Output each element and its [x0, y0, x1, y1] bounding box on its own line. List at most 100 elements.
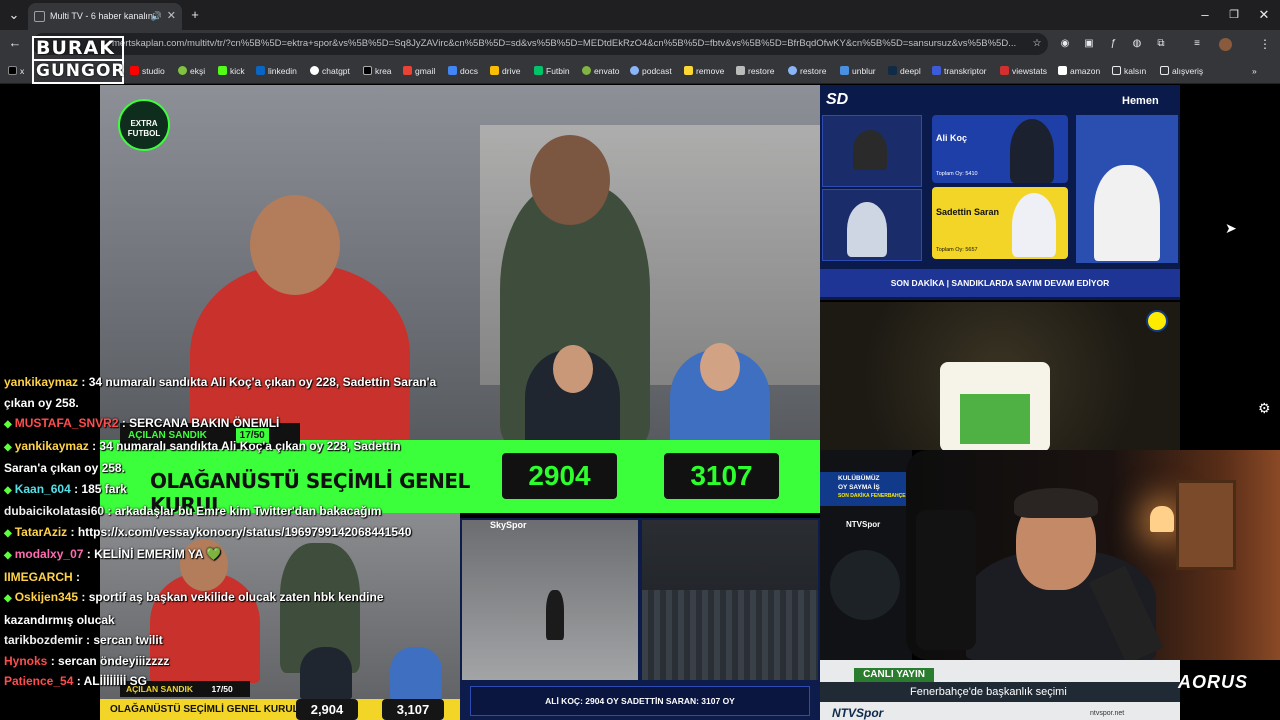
sd-logo: SD [826, 91, 849, 108]
bookmark-item[interactable]: ekşi [178, 58, 205, 84]
bookmark-item[interactable]: studio [130, 58, 165, 84]
bookmark-item[interactable]: gmail [403, 58, 435, 84]
bookmark-item[interactable]: remove [684, 58, 724, 84]
chat-username: Patience_54 [4, 674, 74, 688]
chat-message: ◆ modalxy_07 : KELİNİ EMERİM YA 💚 [0, 544, 440, 567]
chat-username: yankikaymaz [4, 375, 79, 389]
score-sadettin-saran: 3107 [664, 453, 779, 499]
minimize-icon[interactable]: – [1194, 0, 1216, 30]
bookmark-item[interactable]: podcast [630, 58, 672, 84]
aerial-view [830, 550, 900, 620]
logo-line1: BURAK [32, 36, 124, 61]
close-window-icon[interactable]: ✕ [1253, 0, 1275, 30]
bookmark-folder[interactable]: kalsın [1112, 58, 1146, 84]
subscriber-badge-icon: ◆ [4, 419, 12, 430]
bookmark-item[interactable]: Futbin [534, 58, 570, 84]
chat-message: Patience_54 : ALİİİİİİİİ SG [0, 671, 440, 692]
candidate-head [700, 343, 740, 391]
chat-text: : [72, 569, 81, 584]
profile-avatar[interactable] [1219, 38, 1232, 51]
hemen-logo: Hemen [1122, 95, 1159, 107]
reading-list-icon[interactable]: ≡ [1190, 30, 1204, 58]
bookmark-item[interactable]: chatgpt [310, 58, 350, 84]
bookmark-item[interactable]: drive [490, 58, 520, 84]
aorus-watermark: AORUS [1178, 672, 1249, 692]
chat-text: : SERCANA BAKIN ÖNEMLİ [118, 416, 280, 430]
live-badge: CANLI YAYIN [854, 668, 934, 682]
menu-icon[interactable]: ⋮ [1258, 30, 1272, 58]
streamer-hair [1014, 488, 1098, 518]
bookmark-item[interactable]: linkedin [256, 58, 297, 84]
skyspor-stream-video[interactable]: SkySpor ALİ KOÇ: 2904 OY SADETTİN SARAN:… [460, 518, 820, 720]
address-row: ← mertskaplan.com/multitv/tr/?cn%5B%5D=e… [0, 30, 1280, 58]
ntvspor-brand: NTVSpor [832, 706, 884, 720]
chat-username: MUSTAFA_SNVR2 [14, 416, 119, 430]
extension-icon[interactable]: ◉ [1058, 30, 1072, 58]
fenerbahce-logo [1146, 310, 1168, 332]
bookmark-item[interactable]: envato [582, 58, 620, 84]
tab-close-icon[interactable]: ✕ [167, 3, 176, 30]
bookmark-item[interactable]: transkriptor [932, 58, 987, 84]
bookmark-star-icon[interactable]: ☆ [1030, 30, 1044, 58]
tab-audio-icon[interactable]: 🔊 [151, 3, 162, 30]
browser-tab[interactable]: Multi TV - 6 haber kanalını 🔊 ✕ [28, 3, 182, 30]
bookmark-folder[interactable]: alışveriş [1160, 58, 1203, 84]
streamer-logo: BURAK GUNGOR [32, 36, 124, 84]
bookmark-item[interactable]: amazon [1058, 58, 1100, 84]
subscriber-badge-icon: ◆ [4, 550, 12, 561]
bookmark-item[interactable]: restore [736, 58, 774, 84]
chat-text: : KELİNİ EMERİM YA 💚 [83, 547, 222, 561]
presenter-tile [822, 115, 922, 187]
extension-icon[interactable]: ƒ [1106, 30, 1120, 58]
chat-message: tarikbozdemir : sercan twilit [0, 630, 440, 651]
settings-gear-icon[interactable]: ⚙ [1258, 400, 1271, 417]
chat-text: : sercan öndeyiiizzzz [47, 653, 170, 668]
ntv-headline: Fenerbahçe'de başkanlık seçimi [820, 682, 1180, 702]
fbtv-stream-video[interactable] [820, 302, 1180, 450]
gaming-chair [916, 510, 976, 650]
restore-icon[interactable]: ❐ [1223, 0, 1245, 30]
stadium-pitch [960, 394, 1030, 444]
fb-ticker-video[interactable]: KULÜBÜMÜZ OY SAYMA İŞ SON DAKİKA FENERBA… [820, 450, 912, 682]
webcam-feed [906, 450, 1280, 660]
skyspor-left-feed [462, 520, 638, 680]
skyspor-ticker: ALİ KOÇ: 2904 OY SADETTİN SARAN: 3107 OY [470, 686, 810, 716]
ntv-stream-video[interactable]: CANLI YAYIN Fenerbahçe'de başkanlık seçi… [820, 660, 1180, 720]
chat-message: ◆ TatarAziz : https://x.com/vessaykonocry… [0, 522, 440, 545]
bookmarks-overflow-icon[interactable]: » [1252, 58, 1257, 84]
chat-message: ◆ Oskijen345 : sportif aş başkan vekilide… [0, 587, 440, 630]
extension-icon[interactable]: ◍ [1130, 30, 1144, 58]
lamp [1150, 506, 1174, 532]
bookmark-item[interactable]: x [8, 58, 24, 84]
tab-search-icon[interactable]: ⌄ [4, 0, 24, 30]
wall-frame [1176, 480, 1236, 570]
bookmark-item[interactable]: restore [788, 58, 826, 84]
sd-ticker: SON DAKİKA | SANDIKLARDA SAYIM DEVAM EDİ… [820, 269, 1180, 297]
chat-username: TatarAziz [14, 524, 68, 539]
address-bar[interactable]: mertskaplan.com/multitv/tr/?cn%5B%5D=ekt… [32, 33, 1048, 55]
back-icon[interactable]: ← [6, 29, 24, 57]
tab-title: Multi TV - 6 haber kanalını [50, 11, 156, 21]
score-ali-koc: 2,904 [296, 699, 358, 720]
fb-ticker: KULÜBÜMÜZ OY SAYMA İŞ SON DAKİKA FENERBA… [820, 472, 912, 506]
candidate-card-ali-koc: Ali Koç Toplam Oy: 5410 [932, 115, 1068, 183]
extension-icon[interactable]: ▣ [1082, 30, 1096, 58]
new-tab-icon[interactable]: + [186, 0, 204, 30]
chat-username: IIMEGARCH [4, 569, 73, 584]
bookmark-item[interactable]: deepl [888, 58, 921, 84]
bookmark-item[interactable]: unblur [840, 58, 876, 84]
logo-line2: GUNGOR [32, 61, 124, 84]
tab-bar: ⌄ Multi TV - 6 haber kanalını 🔊 ✕ + – ❐ … [0, 0, 1280, 30]
candidate-card-sadettin-saran: Sadettin Saran Toplam Oy: 5657 [932, 187, 1068, 259]
chat-message: ◆ MUSTAFA_SNVR2 : SERCANA BAKIN ÖNEMLİ [0, 413, 440, 436]
bookmark-item[interactable]: viewstats [1000, 58, 1047, 84]
candidate-head [553, 345, 593, 393]
bookmark-item[interactable]: docs [448, 58, 478, 84]
presenter-tile [1076, 115, 1178, 263]
bookmark-item[interactable]: krea [363, 58, 392, 84]
subscriber-badge-icon: ◆ [4, 527, 12, 539]
sd-stream-video[interactable]: SD Hemen Ali Koç Toplam Oy: 5410 Sadetti… [820, 85, 1180, 300]
extensions-puzzle-icon[interactable]: ⧉ [1154, 30, 1168, 58]
chat-text: : ALİİİİİİİİ SG [73, 674, 147, 688]
bookmark-item[interactable]: kick [218, 58, 245, 84]
